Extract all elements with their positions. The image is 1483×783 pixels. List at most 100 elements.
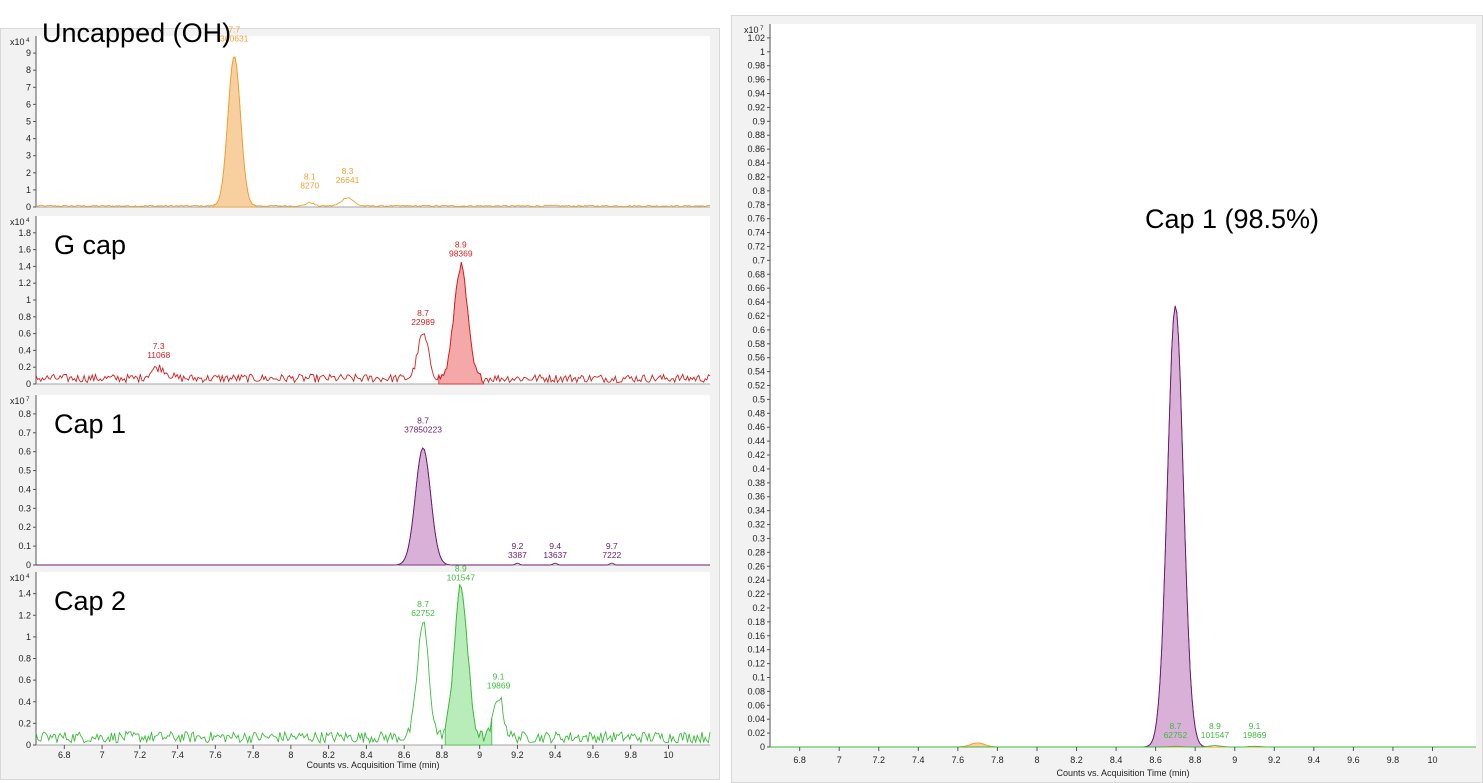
x-tick-label: 8.8: [436, 750, 449, 760]
x-tick-label: 8: [1034, 755, 1039, 765]
x-tick-label: 8.2: [322, 750, 335, 760]
y-tick-label: 0.1: [752, 672, 765, 682]
y-tick-label: 0.8: [752, 186, 765, 196]
plot-area: [770, 24, 1476, 747]
y-tick-label: 8: [26, 65, 31, 75]
y-scale-exponent: 7: [25, 397, 31, 403]
x-tick-label: 7.8: [991, 755, 1004, 765]
y-tick-label: 0.2: [18, 718, 31, 728]
x-tick-label: 8.4: [1110, 755, 1123, 765]
x-tick-label: 9.6: [1347, 755, 1360, 765]
y-tick-label: 0: [26, 379, 31, 389]
y-tick-label: 4: [26, 134, 31, 144]
x-tick-label: 7.6: [952, 755, 965, 765]
y-tick-label: 0.86: [747, 144, 765, 154]
y-tick-label: 0.74: [747, 228, 765, 238]
y-tick-label: 1.4: [18, 589, 31, 599]
peak-area-label: 19869: [487, 681, 511, 691]
y-tick-label: 0.2: [18, 522, 31, 532]
y-tick-label: 0.82: [747, 172, 765, 182]
y-tick-label: 6: [26, 99, 31, 109]
x-tick-label: 7.2: [873, 755, 886, 765]
y-tick-label: 0.16: [747, 631, 765, 641]
x-tick-label: 8.2: [1070, 755, 1083, 765]
y-tick-label: 0.98: [747, 61, 765, 71]
y-tick-label: 0.56: [747, 353, 765, 363]
x-tick-label: 9: [1232, 755, 1237, 765]
x-tick-label: 7.4: [171, 750, 184, 760]
y-tick-label: 0.06: [747, 700, 765, 710]
overlay-title: Cap 1 (98.5%): [1145, 204, 1319, 234]
y-tick-label: 0.44: [747, 436, 765, 446]
x-tick-label: 8: [288, 750, 293, 760]
y-tick-label: 0.96: [747, 75, 765, 85]
y-tick-label: 7: [26, 82, 31, 92]
panel-cap1: 00.10.20.30.40.50.60.70.8x10 78.73785022…: [10, 395, 710, 570]
y-tick-label: 0.5: [752, 394, 765, 404]
y-tick-label: 0.46: [747, 422, 765, 432]
x-tick-label: 9.8: [1387, 755, 1400, 765]
peak-area-label: 98369: [449, 248, 473, 258]
y-tick-label: 0: [26, 560, 31, 570]
x-tick-label: 6.8: [58, 750, 71, 760]
x-tick-label: 7.6: [209, 750, 222, 760]
y-tick-label: 0.5: [18, 466, 31, 476]
x-axis-title: Counts vs. Acquisition Time (min): [306, 760, 439, 770]
y-tick-label: 0.4: [18, 345, 31, 355]
y-tick-label: 0.88: [747, 130, 765, 140]
y-tick-label: 0.02: [747, 728, 765, 738]
panel-title-cap2: Cap 2: [54, 586, 126, 616]
y-tick-label: 0.92: [747, 102, 765, 112]
y-tick-label: 0.2: [752, 603, 765, 613]
y-scale-label: x10 7: [10, 396, 30, 406]
y-tick-label: 0.08: [747, 686, 765, 696]
y-scale-exponent: 7: [759, 26, 765, 32]
plot-area: [36, 572, 710, 745]
y-tick-label: 0.32: [747, 520, 765, 530]
y-tick-label: 1: [760, 47, 765, 57]
peak-area-label: 13637: [543, 550, 567, 560]
panel-overlay: 0 0.02 0.04 0.06 0.08 0.1 0.12 0.14 0.16 0.18 0.2 0…: [744, 24, 1476, 752]
y-scale-exponent: 4: [25, 574, 31, 580]
y-tick-label: 0: [760, 742, 765, 752]
y-tick-label: 1.4: [18, 261, 31, 271]
y-tick-label: 0.66: [747, 283, 765, 293]
x-tick-label: 9.2: [511, 750, 524, 760]
y-tick-label: 0.8: [18, 409, 31, 419]
x-tick-label: 7.8: [247, 750, 260, 760]
x-tick-label: 8.6: [398, 750, 411, 760]
x-tick-label: 9.8: [624, 750, 637, 760]
x-tick-label: 7: [100, 750, 105, 760]
y-tick-label: 0.36: [747, 492, 765, 502]
x-tick-label: 9.4: [549, 750, 562, 760]
y-tick-label: 0.28: [747, 547, 765, 557]
y-scale-label: x10 4: [10, 573, 30, 583]
peak-area-label: 22989: [411, 317, 435, 327]
y-tick-label: 0.8: [18, 654, 31, 664]
peak-area-label: 26641: [336, 175, 360, 185]
x-tick-label: 8.8: [1189, 755, 1202, 765]
panel-title-gcap: G cap: [54, 230, 126, 260]
panel-title-cap1: Cap 1: [54, 409, 126, 439]
panel-cap2: 00.20.40.60.811.21.4x10 48.7627528.91015…: [10, 563, 711, 750]
y-tick-label: 0.84: [747, 158, 765, 168]
y-tick-label: 0.52: [747, 381, 765, 391]
peak-area-label: 19869: [1243, 730, 1267, 740]
y-tick-label: 1.6: [18, 245, 31, 255]
y-tick-label: 0.22: [747, 589, 765, 599]
peak-area-label: 7222: [602, 550, 621, 560]
y-tick-label: 5: [26, 117, 31, 127]
y-tick-label: 0.6: [18, 675, 31, 685]
plot-area: [36, 216, 710, 384]
chromatogram-figure: 0123456789x10 47.73606318.182708.326641U…: [10, 18, 1476, 778]
peak-area-label: 37850223: [404, 425, 442, 435]
y-tick-label: 0.04: [747, 714, 765, 724]
x-tick-label: 9.6: [587, 750, 600, 760]
y-tick-label: 0.4: [18, 484, 31, 494]
y-tick-label: 0.54: [747, 367, 765, 377]
y-tick-label: 0.8: [18, 312, 31, 322]
peak-area-label: 3387: [508, 550, 527, 560]
y-tick-label: 1.2: [18, 278, 31, 288]
plot-area: [36, 36, 710, 207]
y-tick-label: 0.78: [747, 200, 765, 210]
